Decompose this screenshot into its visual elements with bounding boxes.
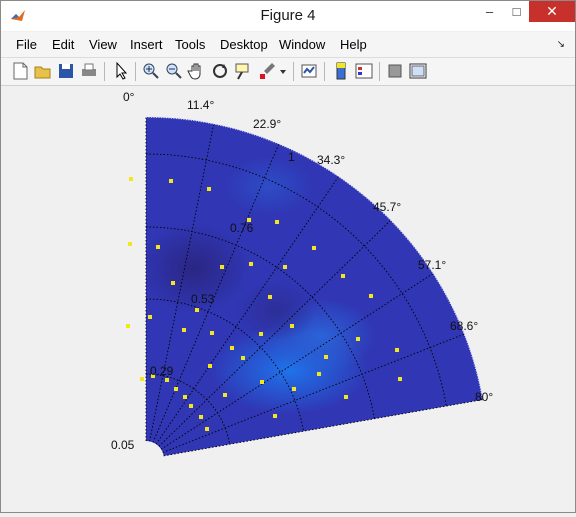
marker-point [398, 377, 402, 381]
angle-label: 68.6° [450, 319, 478, 333]
zoom-out-icon[interactable] [164, 61, 184, 81]
print-icon[interactable] [79, 61, 99, 81]
menu-edit[interactable]: Edit [52, 37, 74, 52]
marker-point [165, 378, 169, 382]
marker-point [171, 281, 175, 285]
toolbar-separator [324, 62, 325, 81]
figure-canvas: 0° 11.4° 22.9° 34.3° 45.7° 57.1° 68.6° 80° 0.05 0… [1, 86, 575, 512]
marker-point [140, 377, 144, 381]
angle-label: 22.9° [253, 117, 281, 131]
open-file-icon[interactable] [33, 61, 53, 81]
marker-point [273, 414, 277, 418]
angle-label: 80° [475, 390, 493, 404]
show-plot-tools-icon[interactable] [408, 61, 428, 81]
angle-label: 45.7° [373, 200, 401, 214]
marker-point [312, 246, 316, 250]
marker-point [268, 295, 272, 299]
legend-icon[interactable] [354, 61, 374, 81]
menu-view[interactable]: View [89, 37, 117, 52]
upper-field-region [224, 156, 314, 216]
pan-hand-icon[interactable] [187, 61, 207, 81]
zoom-in-icon[interactable] [141, 61, 161, 81]
marker-point [220, 265, 224, 269]
figure-window: Figure 4 – □ ✕ File Edit View Insert Too… [0, 0, 576, 513]
menu-desktop[interactable]: Desktop [220, 37, 268, 52]
marker-point [183, 395, 187, 399]
marker-point [223, 393, 227, 397]
marker-point [156, 245, 160, 249]
marker-point [249, 262, 253, 266]
marker-point [210, 331, 214, 335]
toolbar-separator [104, 62, 105, 81]
marker-point [260, 380, 264, 384]
marker-point [341, 274, 345, 278]
marker-point [195, 308, 199, 312]
marker-point [182, 328, 186, 332]
menu-insert[interactable]: Insert [130, 37, 163, 52]
dock-arrow-icon[interactable]: ↘ [557, 39, 565, 50]
angle-label: 57.1° [418, 258, 446, 272]
marker-point [356, 337, 360, 341]
close-button[interactable]: ✕ [529, 1, 575, 22]
marker-point [169, 179, 173, 183]
pointer-icon[interactable] [111, 61, 131, 81]
menu-file[interactable]: File [16, 37, 37, 52]
marker-point [324, 355, 328, 359]
marker-point [208, 364, 212, 368]
radius-label: 0.53 [191, 292, 215, 306]
marker-point [317, 372, 321, 376]
angle-label: 11.4° [187, 98, 214, 112]
marker-point [344, 395, 348, 399]
angle-label: 34.3° [317, 153, 345, 167]
radius-label: 1 [288, 150, 295, 164]
menu-window[interactable]: Window [279, 37, 325, 52]
hide-plot-tools-icon[interactable] [385, 61, 405, 81]
marker-point [199, 415, 203, 419]
colorbar-icon[interactable] [331, 61, 351, 81]
save-icon[interactable] [56, 61, 76, 81]
marker-point [369, 294, 373, 298]
marker-point [205, 427, 209, 431]
polar-axes: 0° 11.4° 22.9° 34.3° 45.7° 57.1° 68.6° 80° 0.05 0… [111, 90, 493, 457]
menu-tools[interactable]: Tools [175, 37, 205, 52]
radius-label: 0.29 [150, 364, 174, 378]
rotate-3d-icon[interactable] [210, 61, 230, 81]
marker-point [128, 242, 132, 246]
marker-point [292, 387, 296, 391]
marker-point [290, 324, 294, 328]
marker-point [395, 348, 399, 352]
marker-point [275, 220, 279, 224]
title-bar: Figure 4 – □ ✕ [1, 1, 575, 31]
link-plot-icon[interactable] [299, 61, 319, 81]
marker-point [126, 324, 130, 328]
figure-toolbar [1, 58, 575, 86]
marker-point [148, 315, 152, 319]
marker-point [207, 187, 211, 191]
marker-point [189, 404, 193, 408]
marker-point [241, 356, 245, 360]
minimize-button[interactable]: – [476, 1, 503, 22]
toolbar-separator [293, 62, 294, 81]
dropdown-arrow-icon[interactable] [278, 61, 288, 81]
menu-bar: File Edit View Insert Tools Desktop Wind… [1, 32, 575, 58]
brush-icon[interactable] [257, 61, 277, 81]
marker-point [230, 346, 234, 350]
maximize-button[interactable]: □ [503, 1, 530, 22]
toolbar-separator [135, 62, 136, 81]
menu-help[interactable]: Help [340, 37, 367, 52]
dark-field-region [236, 281, 316, 341]
marker-point [259, 332, 263, 336]
new-figure-icon[interactable] [10, 61, 30, 81]
radius-label: 0.05 [111, 438, 135, 452]
marker-point [129, 177, 133, 181]
radius-label: 0.76 [230, 221, 254, 235]
marker-point [283, 265, 287, 269]
marker-point [174, 387, 178, 391]
angle-label: 0° [123, 90, 135, 104]
data-cursor-icon[interactable] [233, 61, 253, 81]
toolbar-separator [379, 62, 380, 81]
